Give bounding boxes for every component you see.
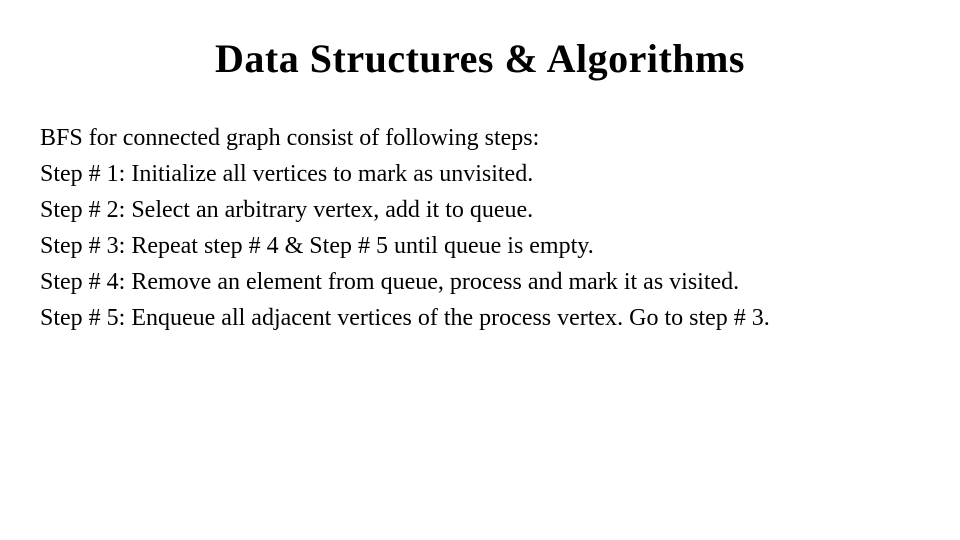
- step-1: Step # 1: Initialize all vertices to mar…: [40, 156, 920, 192]
- content-body: BFS for connected graph consist of follo…: [40, 120, 920, 336]
- step-2: Step # 2: Select an arbitrary vertex, ad…: [40, 192, 920, 228]
- slide-container: Data Structures & Algorithms BFS for con…: [0, 0, 960, 540]
- intro-line: BFS for connected graph consist of follo…: [40, 120, 920, 156]
- step-4: Step # 4: Remove an element from queue, …: [40, 264, 920, 300]
- page-title: Data Structures & Algorithms: [40, 35, 920, 82]
- step-5: Step # 5: Enqueue all adjacent vertices …: [40, 300, 920, 336]
- step-3: Step # 3: Repeat step # 4 & Step # 5 unt…: [40, 228, 920, 264]
